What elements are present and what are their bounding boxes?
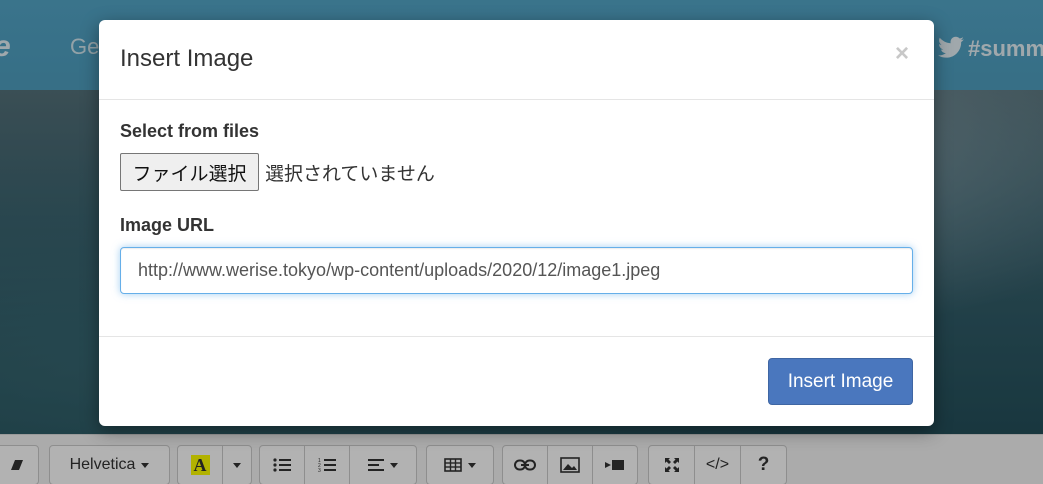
- insert-image-button[interactable]: Insert Image: [768, 358, 913, 405]
- page: e Ge #summe Helvetica A: [0, 0, 1043, 484]
- image-url-input[interactable]: [120, 247, 913, 294]
- insert-image-dialog: Insert Image × Select from files ファイル選択 …: [99, 20, 934, 426]
- modal-footer-divider: [99, 336, 934, 337]
- file-select-button[interactable]: ファイル選択: [120, 153, 259, 191]
- close-icon[interactable]: ×: [895, 40, 909, 68]
- select-files-label: Select from files: [120, 121, 260, 141]
- image-url-label: Image URL: [120, 215, 215, 235]
- file-status-text: 選択されていません: [265, 164, 435, 185]
- modal-title: Insert Image: [120, 45, 254, 72]
- modal-header: Insert Image ×: [99, 20, 934, 100]
